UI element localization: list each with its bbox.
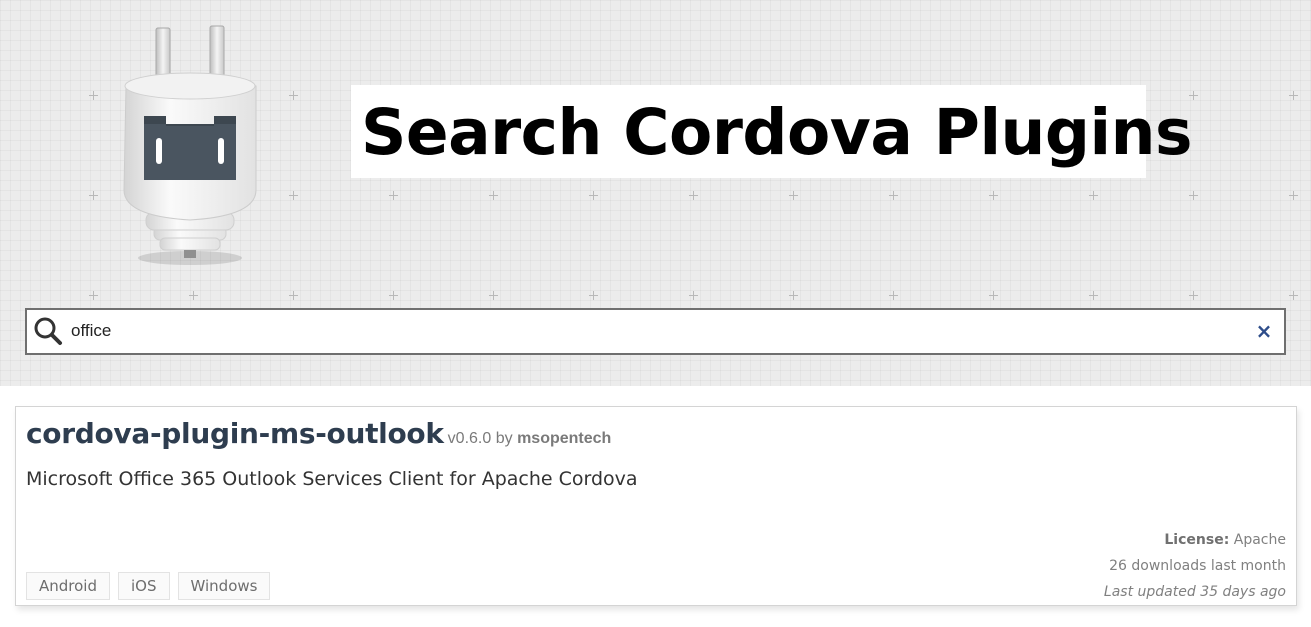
grid-plus-icon — [289, 291, 298, 300]
platform-tag-android[interactable]: Android — [26, 572, 110, 600]
grid-plus-icon — [489, 291, 498, 300]
license-label: License: — [1164, 532, 1230, 548]
page-title: Search Cordova Plugins — [361, 96, 1192, 169]
grid-plus-icon — [889, 191, 898, 200]
search-icon — [34, 317, 62, 345]
hero-banner: Search Cordova Plugins × — [0, 0, 1311, 386]
plugin-version: v0.6.0 — [447, 430, 492, 447]
grid-plus-icon — [1289, 291, 1298, 300]
platform-tags: Android iOS Windows — [26, 572, 271, 600]
clear-search-button[interactable]: × — [1254, 321, 1274, 341]
search-input[interactable] — [71, 318, 1231, 344]
grid-plus-icon — [689, 291, 698, 300]
grid-plus-icon — [989, 191, 998, 200]
grid-plus-icon — [289, 91, 298, 100]
grid-plus-icon — [389, 291, 398, 300]
platform-tag-ios[interactable]: iOS — [118, 572, 170, 600]
by-label: by — [495, 430, 513, 447]
license-row: License: Apache — [1104, 527, 1286, 553]
grid-plus-icon — [689, 191, 698, 200]
result-card[interactable]: cordova-plugin-ms-outlook v0.6.0 by msope… — [15, 406, 1297, 606]
platform-tag-windows[interactable]: Windows — [177, 572, 271, 600]
grid-plus-icon — [1089, 191, 1098, 200]
plugin-meta: License: Apache 26 downloads last month … — [1104, 527, 1286, 605]
grid-plus-icon — [1189, 291, 1198, 300]
plugin-author[interactable]: msopentech — [517, 430, 611, 447]
grid-plus-icon — [589, 291, 598, 300]
grid-plus-icon — [1289, 91, 1298, 100]
search-bar[interactable]: × — [25, 308, 1286, 355]
grid-plus-icon — [289, 191, 298, 200]
grid-plus-icon — [89, 291, 98, 300]
grid-plus-icon — [889, 291, 898, 300]
grid-plus-icon — [489, 191, 498, 200]
grid-plus-icon — [989, 291, 998, 300]
grid-plus-icon — [389, 191, 398, 200]
grid-plus-icon — [1089, 291, 1098, 300]
grid-plus-icon — [1289, 191, 1298, 200]
grid-plus-icon — [789, 191, 798, 200]
plugin-name-link[interactable]: cordova-plugin-ms-outlook — [26, 417, 444, 450]
last-updated: Last updated 35 days ago — [1103, 584, 1286, 600]
grid-plus-icon — [1189, 191, 1198, 200]
plugin-description: Microsoft Office 365 Outlook Services Cl… — [26, 468, 638, 490]
grid-plus-icon — [89, 191, 98, 200]
grid-plus-icon — [189, 291, 198, 300]
grid-plus-icon — [89, 91, 98, 100]
grid-plus-icon — [589, 191, 598, 200]
license-value: Apache — [1233, 532, 1286, 548]
cordova-plug-robot-icon — [123, 25, 257, 265]
download-count: 26 downloads last month — [1109, 558, 1286, 574]
grid-plus-icon — [789, 291, 798, 300]
result-heading: cordova-plugin-ms-outlook v0.6.0 by msope… — [26, 417, 611, 450]
